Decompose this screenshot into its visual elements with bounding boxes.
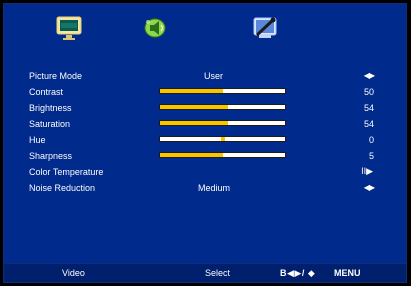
hue-slider-marker [220,137,225,141]
brightness-slider[interactable] [159,104,286,110]
sound-menu-icon[interactable] [140,15,170,41]
picture-menu-icon[interactable] [54,15,84,41]
menu-hint: MENU [334,268,361,278]
current-input-label: Video [62,268,85,278]
row-hue[interactable]: Hue 0 [4,132,406,148]
navigation-hint-icon: B◀▶/ ◆ [280,268,316,278]
saturation-slider-fill [160,121,228,125]
select-hint: Select [205,268,231,278]
row-noise-reduction[interactable]: Noise Reduction Medium ◀▶ [4,180,406,196]
menu-tabs [4,4,406,54]
color-temperature-label: Color Temperature [29,167,104,177]
saturation-slider[interactable] [159,120,286,126]
sharpness-slider-fill [160,153,223,157]
row-saturation[interactable]: Saturation 54 [4,116,406,132]
contrast-slider-fill [160,89,223,93]
enter-submenu-icon[interactable]: II▶ [361,166,373,177]
sharpness-slider[interactable] [159,152,286,158]
contrast-value: 50 [363,87,374,97]
status-footer: Video Select B◀▶/ ◆ MENU [4,263,406,282]
osd-screen: Picture Mode User ◀▶ Contrast 50 Brightn… [3,3,407,283]
row-sharpness[interactable]: Sharpness 5 [4,148,406,164]
picture-settings-list: Picture Mode User ◀▶ Contrast 50 Brightn… [4,68,406,196]
noise-reduction-value: Medium [198,183,231,193]
row-color-temperature[interactable]: Color Temperature II▶ [4,164,406,180]
brightness-label: Brightness [29,103,72,113]
sharpness-value: 5 [368,151,374,161]
brightness-slider-fill [160,105,228,109]
setup-menu-icon[interactable] [250,15,280,41]
saturation-label: Saturation [29,119,71,129]
row-brightness[interactable]: Brightness 54 [4,100,406,116]
row-contrast[interactable]: Contrast 50 [4,84,406,100]
brightness-value: 54 [363,103,374,113]
left-right-arrows-icon[interactable]: ◀▶ [364,183,375,192]
saturation-value: 54 [363,119,374,129]
sharpness-label: Sharpness [29,151,73,161]
hue-label: Hue [29,135,46,145]
contrast-label: Contrast [29,87,64,97]
hue-slider[interactable] [159,136,286,142]
hue-value: 0 [368,135,374,145]
picture-mode-value: User [204,71,224,81]
contrast-slider[interactable] [159,88,286,94]
picture-mode-label: Picture Mode [29,71,83,81]
left-right-arrows-icon[interactable]: ◀▶ [364,71,375,80]
noise-reduction-label: Noise Reduction [29,183,96,193]
row-picture-mode[interactable]: Picture Mode User ◀▶ [4,68,406,84]
